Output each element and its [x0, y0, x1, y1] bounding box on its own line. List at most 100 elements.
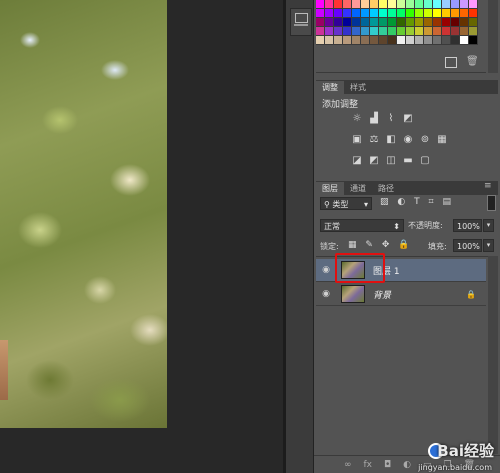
color-swatch[interactable] — [415, 9, 424, 18]
opacity-input[interactable]: 100% — [453, 219, 482, 232]
invert-icon[interactable]: ◪ — [351, 155, 363, 167]
color-swatch[interactable] — [397, 18, 406, 27]
color-swatch[interactable] — [424, 36, 433, 45]
color-swatch[interactable] — [460, 9, 469, 18]
color-swatch[interactable] — [415, 27, 424, 36]
color-swatch[interactable] — [352, 18, 361, 27]
color-swatch[interactable] — [424, 27, 433, 36]
color-swatch[interactable] — [460, 27, 469, 36]
filter-toggle[interactable] — [487, 195, 496, 211]
color-swatch[interactable] — [469, 18, 478, 27]
swatches-scrollbar[interactable] — [488, 0, 498, 73]
color-balance-icon[interactable]: ◧ — [385, 134, 397, 146]
color-swatch[interactable] — [442, 27, 451, 36]
color-swatch[interactable] — [415, 18, 424, 27]
document-photo[interactable] — [0, 0, 167, 428]
color-swatch[interactable] — [433, 18, 442, 27]
new-swatch-icon[interactable] — [445, 57, 457, 68]
visibility-eye-icon[interactable]: ◉ — [319, 289, 333, 299]
color-swatch[interactable] — [334, 27, 343, 36]
color-swatch[interactable] — [316, 18, 325, 27]
color-swatch[interactable] — [352, 9, 361, 18]
opacity-chevron-icon[interactable]: ▾ — [483, 219, 494, 232]
color-swatch[interactable] — [469, 36, 478, 45]
color-swatch[interactable] — [424, 18, 433, 27]
tab-styles[interactable]: 样式 — [344, 81, 372, 94]
color-swatch[interactable] — [316, 0, 325, 9]
tab-layers[interactable]: 图层 — [316, 182, 344, 195]
color-swatch[interactable] — [370, 0, 379, 9]
color-swatch[interactable] — [316, 27, 325, 36]
posterize-icon[interactable]: ◩ — [368, 155, 380, 167]
color-swatch[interactable] — [442, 36, 451, 45]
color-swatch[interactable] — [469, 9, 478, 18]
color-swatch[interactable] — [343, 9, 352, 18]
fill-chevron-icon[interactable]: ▾ — [483, 239, 494, 252]
layer-name[interactable]: 背景 — [373, 288, 391, 301]
color-swatch[interactable] — [334, 36, 343, 45]
color-swatch[interactable] — [451, 36, 460, 45]
brightness-icon[interactable]: ☼ — [351, 113, 363, 125]
color-swatch[interactable] — [451, 18, 460, 27]
color-swatch[interactable] — [415, 36, 424, 45]
color-swatch[interactable] — [316, 36, 325, 45]
lock-paint-icon[interactable]: ✎ — [365, 240, 373, 250]
color-swatch[interactable] — [442, 0, 451, 9]
blend-mode-select[interactable]: 正常 ⬍ — [320, 219, 404, 232]
exposure-icon[interactable]: ◩ — [402, 113, 414, 125]
color-swatch[interactable] — [343, 18, 352, 27]
color-swatch[interactable] — [433, 27, 442, 36]
color-swatch[interactable] — [424, 0, 433, 9]
layer-filter-select[interactable]: ⚲ 类型 ▾ — [320, 197, 372, 210]
color-swatch[interactable] — [334, 9, 343, 18]
color-swatch[interactable] — [361, 27, 370, 36]
color-swatch[interactable] — [433, 0, 442, 9]
color-swatch[interactable] — [379, 27, 388, 36]
color-swatch[interactable] — [433, 36, 442, 45]
color-swatch[interactable] — [352, 0, 361, 9]
visibility-eye-icon[interactable]: ◉ — [319, 265, 333, 275]
color-swatch[interactable] — [451, 27, 460, 36]
color-swatch[interactable] — [361, 36, 370, 45]
photo-filter-icon[interactable]: ⊚ — [419, 134, 431, 146]
color-swatch[interactable] — [397, 27, 406, 36]
color-swatch[interactable] — [406, 36, 415, 45]
swatches-grid[interactable] — [316, 0, 482, 52]
lock-all-icon[interactable]: 🔒 — [398, 240, 409, 250]
color-swatch[interactable] — [343, 36, 352, 45]
layer-row-background[interactable]: ◉ 背景 🔒 — [316, 283, 486, 306]
color-swatch[interactable] — [406, 0, 415, 9]
color-swatch[interactable] — [388, 0, 397, 9]
color-swatch[interactable] — [469, 0, 478, 9]
color-swatch[interactable] — [397, 9, 406, 18]
color-swatch[interactable] — [334, 0, 343, 9]
color-swatch[interactable] — [460, 18, 469, 27]
color-swatch[interactable] — [370, 9, 379, 18]
color-swatch[interactable] — [352, 36, 361, 45]
color-swatch[interactable] — [406, 9, 415, 18]
fill-input[interactable]: 100% — [453, 239, 482, 252]
channel-mixer-icon[interactable]: ▦ — [436, 134, 448, 146]
threshold-icon[interactable]: ◫ — [385, 155, 397, 167]
gradient-map-icon[interactable]: ▬ — [402, 155, 414, 167]
color-swatch[interactable] — [370, 18, 379, 27]
color-swatch[interactable] — [442, 9, 451, 18]
color-swatch[interactable] — [433, 9, 442, 18]
delete-swatch-icon[interactable]: 🗑 — [466, 56, 479, 67]
lock-transparency-icon[interactable]: ▦ — [348, 240, 357, 250]
shape-filter-icon[interactable]: ⌗ — [429, 197, 434, 207]
fx-icon[interactable]: fx — [364, 460, 373, 470]
color-swatch[interactable] — [361, 9, 370, 18]
color-swatch[interactable] — [379, 18, 388, 27]
lock-position-icon[interactable]: ✥ — [382, 240, 390, 250]
adjustment-filter-icon[interactable]: ◐ — [397, 197, 405, 207]
color-swatch[interactable] — [334, 18, 343, 27]
color-swatch[interactable] — [352, 27, 361, 36]
smart-object-filter-icon[interactable]: ▤ — [442, 197, 451, 207]
color-swatch[interactable] — [406, 18, 415, 27]
color-swatch[interactable] — [325, 0, 334, 9]
color-swatch[interactable] — [370, 27, 379, 36]
layers-scrollbar[interactable] — [488, 256, 498, 454]
color-swatch[interactable] — [361, 18, 370, 27]
color-swatch[interactable] — [451, 9, 460, 18]
